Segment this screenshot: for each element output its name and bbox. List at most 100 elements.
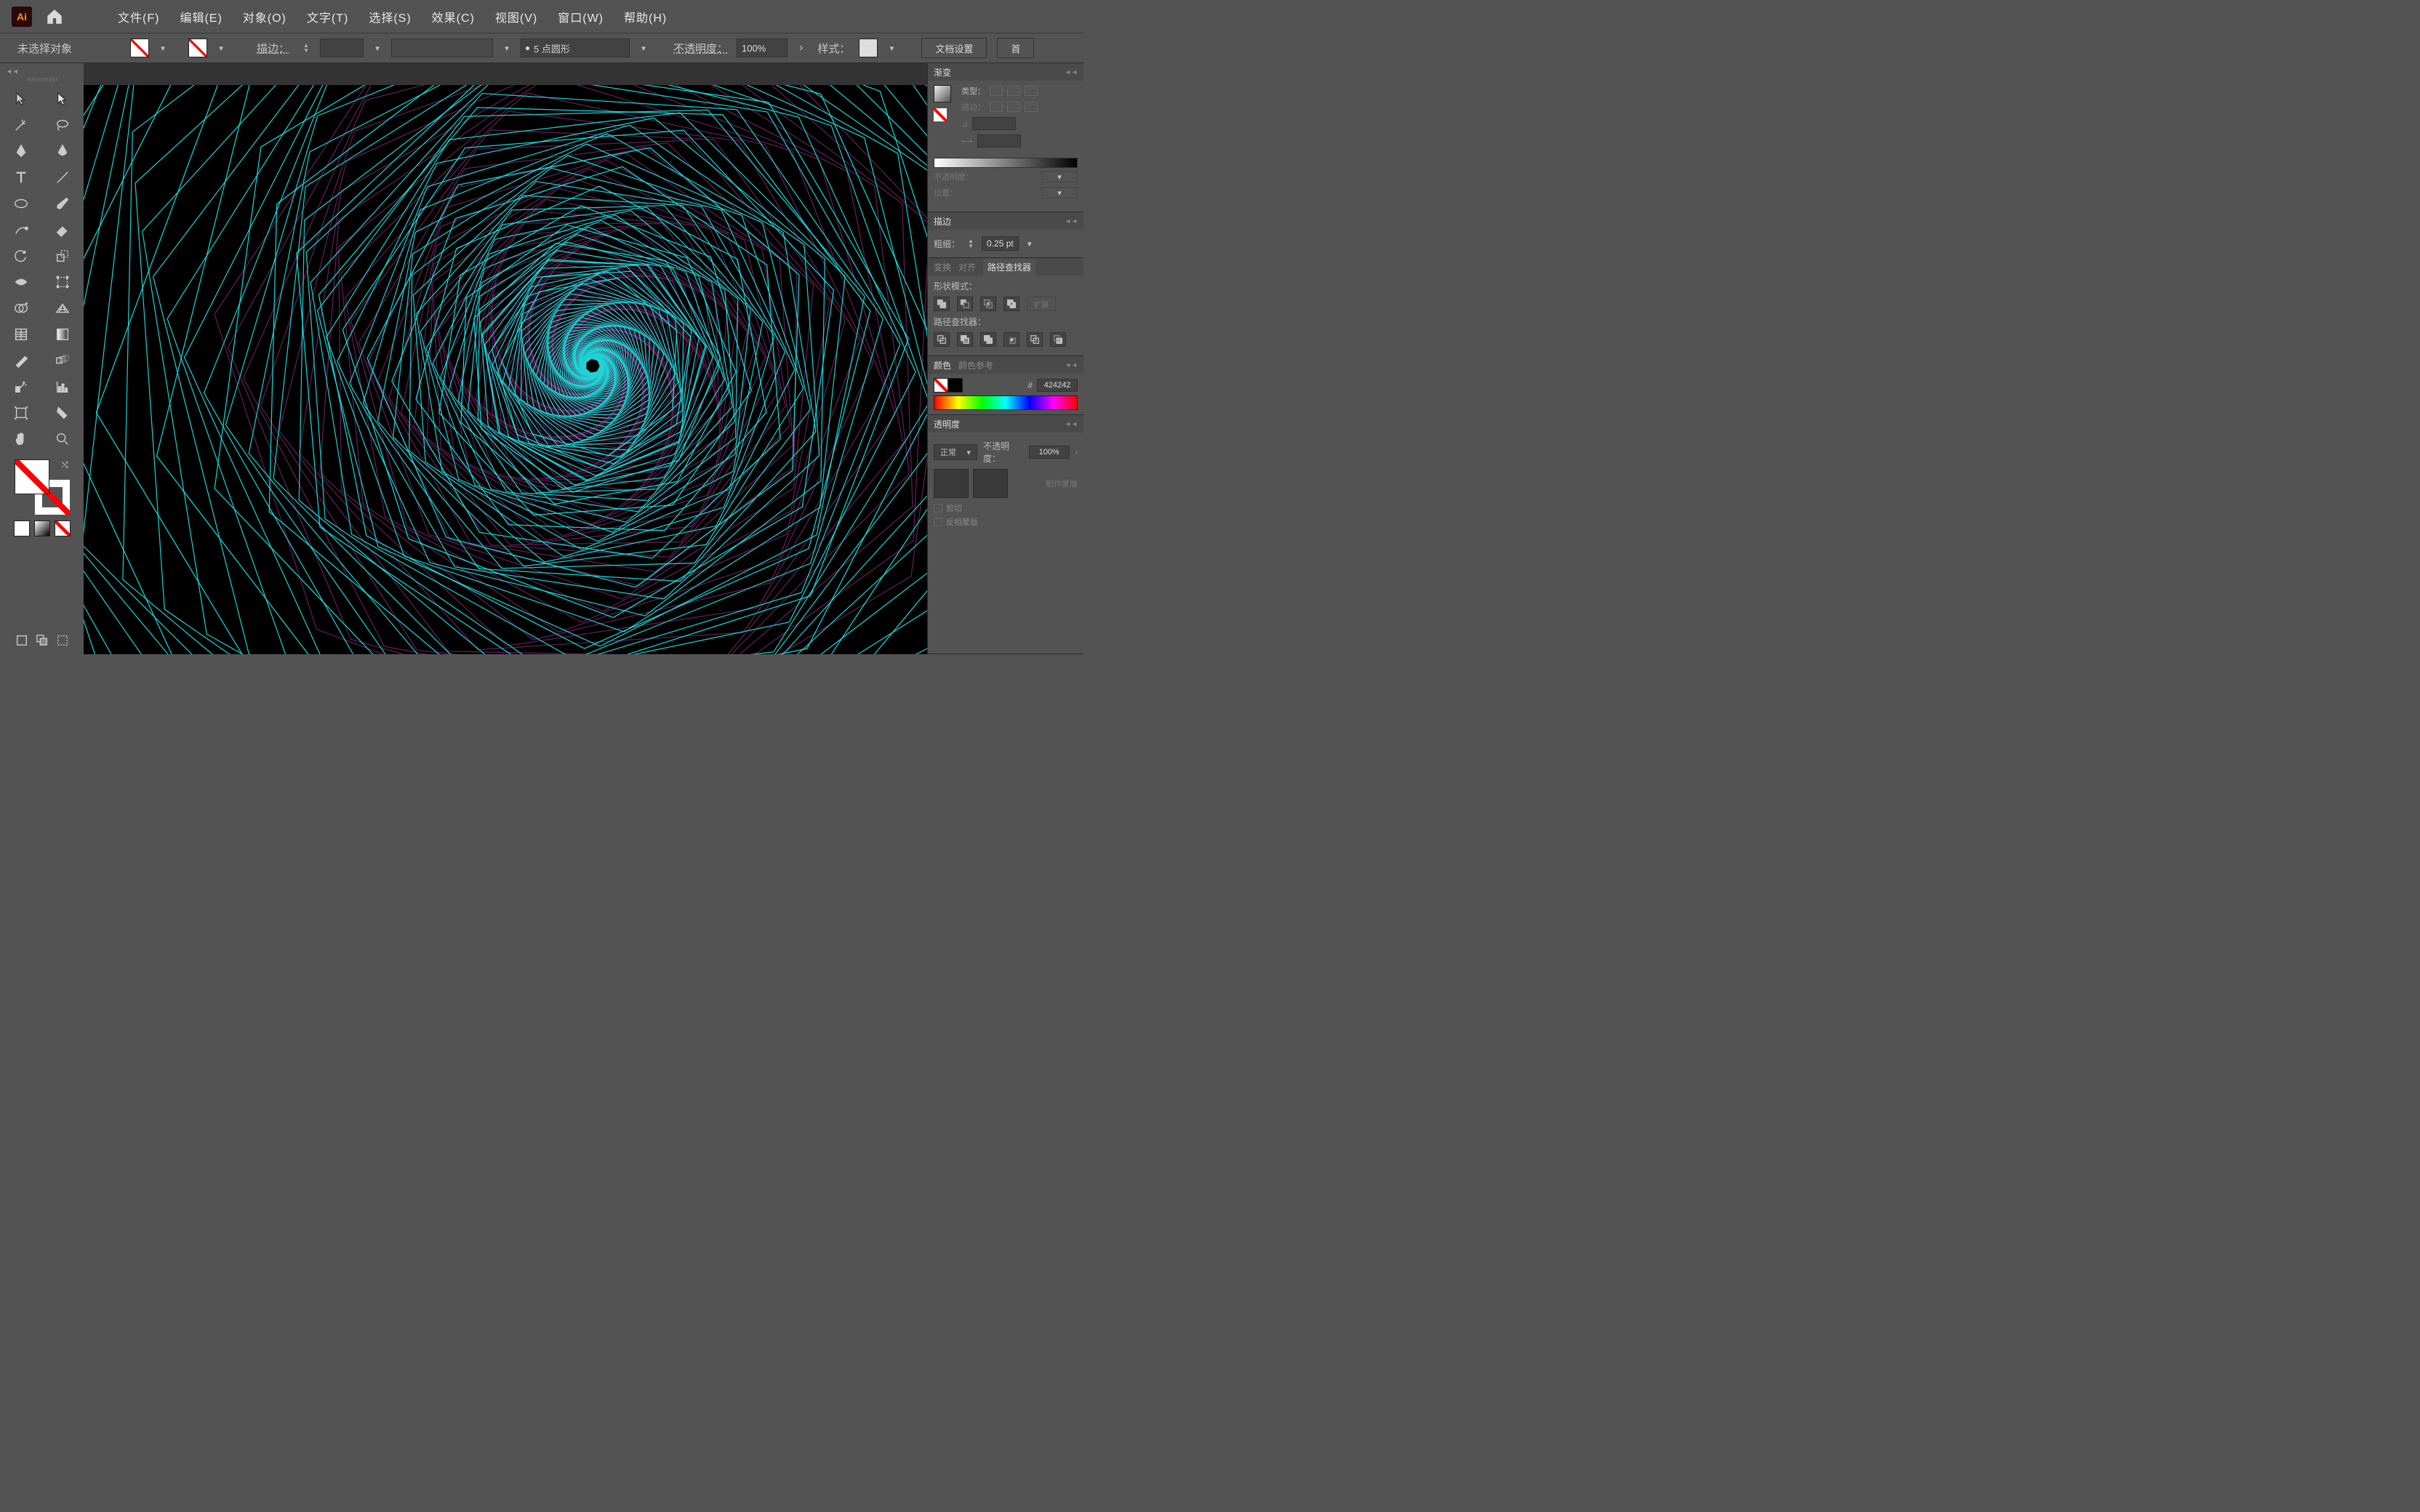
stroke-weight-spinner[interactable] [963,234,979,253]
stroke-weight-spinner[interactable] [298,39,314,57]
eyedropper-tool[interactable] [0,347,42,374]
gradient-slider[interactable] [934,158,1078,168]
brush-dd[interactable] [636,39,652,57]
fill-stroke-control[interactable]: ⤭ [15,459,70,515]
grad-stroke-1[interactable] [990,102,1003,112]
pf-trim[interactable] [957,332,973,347]
curvature-tool[interactable] [42,138,84,164]
panel-collapse-icon[interactable]: ◄◄ [1065,361,1078,369]
stroke-swatch[interactable] [188,39,207,57]
color-spectrum[interactable] [934,395,1078,410]
opacity-flyout[interactable] [793,41,809,55]
stroke-label[interactable]: 描边： [257,41,289,56]
pathfinder-tab[interactable]: 路径查找器 [983,259,1035,276]
menu-window[interactable]: 窗口(W) [548,8,614,25]
panel-collapse-icon[interactable]: ◄◄ [1065,217,1078,225]
gradient-tab[interactable]: 渐变 [934,66,951,79]
var-width-dd[interactable] [499,39,515,57]
menu-edit[interactable]: 编辑(E) [169,8,232,25]
type-tool[interactable] [0,164,42,190]
opacity-field[interactable]: 100% [737,39,788,57]
style-dd[interactable] [884,39,900,57]
paintbrush-tool[interactable] [42,190,84,217]
transparency-tab[interactable]: 透明度 [934,418,960,430]
grad-type-linear[interactable] [990,86,1003,96]
trans-object-thumb[interactable] [934,469,969,498]
menu-view[interactable]: 视图(V) [485,8,548,25]
slice-tool[interactable] [42,400,84,426]
make-mask-button[interactable]: 制作蒙版 [1046,478,1078,489]
zoom-tool[interactable] [42,426,84,452]
pf-minus-back[interactable] [1050,332,1066,347]
blend-mode-dropdown[interactable]: 正常▾ [934,444,977,460]
var-width-profile[interactable] [391,39,493,57]
grad-opacity-dd[interactable] [1041,171,1078,182]
magic-wand-tool[interactable] [0,112,42,138]
menu-effect[interactable]: 效果(C) [422,8,485,25]
gradient-tool[interactable] [42,321,84,347]
grad-aspect-field[interactable] [977,134,1021,148]
menu-help[interactable]: 帮助(H) [614,8,677,25]
pen-tool[interactable] [0,138,42,164]
color-guide-tab[interactable]: 颜色参考 [958,359,993,371]
free-transform-tool[interactable] [42,269,84,295]
opacity-label[interactable]: 不透明度： [673,41,728,56]
ellipse-tool[interactable] [0,190,42,217]
shape-builder-tool[interactable] [0,295,42,321]
artboard[interactable] [84,85,927,654]
color-fill-stroke-swatches[interactable] [934,378,963,393]
clip-checkbox[interactable]: 剪切 [934,502,1078,514]
stroke-weight-value[interactable]: 0.25 pt [982,236,1019,251]
blend-tool[interactable] [42,347,84,374]
rotate-tool[interactable] [0,243,42,269]
menu-file[interactable]: 文件(F) [108,8,169,25]
pf-expand[interactable]: 扩展 [1027,297,1056,311]
symbol-sprayer-tool[interactable] [0,374,42,400]
line-tool[interactable] [42,164,84,190]
artboard-tool[interactable] [0,400,42,426]
canvas-area[interactable] [84,63,927,654]
swap-fill-stroke-icon[interactable]: ⤭ [62,461,68,470]
align-tab[interactable]: 对齐 [958,261,976,273]
perspective-grid-tool[interactable] [42,295,84,321]
grad-stroke-2[interactable] [1007,102,1020,112]
direct-selection-tool[interactable] [42,86,84,112]
draw-inside-icon[interactable] [54,632,71,648]
tools-grip-icon[interactable] [28,78,57,81]
selection-tool[interactable] [0,86,42,112]
pf-exclude[interactable] [1003,297,1019,311]
fill-swatch[interactable] [130,39,149,57]
hex-field[interactable]: 424242 [1037,379,1078,392]
invert-mask-checkbox[interactable]: 反相蒙版 [934,516,1078,528]
color-mode-solid[interactable] [14,520,30,536]
panel-collapse-icon[interactable]: ◄◄ [1065,68,1078,76]
color-tab[interactable]: 颜色 [934,359,951,371]
trans-opacity-field[interactable]: 100% [1029,446,1070,459]
mesh-tool[interactable] [0,321,42,347]
hand-tool[interactable] [0,426,42,452]
grad-type-radial[interactable] [1007,86,1020,96]
draw-normal-icon[interactable] [13,632,31,648]
preferences-button[interactable]: 首 [997,38,1034,58]
pf-merge[interactable] [980,332,996,347]
color-mode-none[interactable] [55,520,71,536]
stroke-tab[interactable]: 描边 [934,215,951,228]
gradient-fill-swatch[interactable] [934,108,947,121]
fill-box[interactable] [15,459,49,494]
gradient-preview[interactable] [934,85,951,102]
pf-unite[interactable] [934,297,950,311]
stroke-weight-dd2[interactable] [1022,234,1038,253]
menu-select[interactable]: 选择(S) [358,8,421,25]
lasso-tool[interactable] [42,112,84,138]
brush-definition[interactable]: 5 点圆形 [521,39,630,57]
tools-collapse-icon[interactable]: ◄◄ [6,68,19,75]
transform-tab[interactable]: 变换 [934,261,951,273]
color-mode-gradient[interactable] [34,520,50,536]
panel-collapse-icon[interactable]: ◄◄ [1065,420,1078,427]
eraser-tool[interactable] [42,217,84,243]
pf-intersect[interactable] [980,297,996,311]
stroke-weight-field[interactable] [320,39,364,57]
draw-behind-icon[interactable] [33,632,51,648]
menu-object[interactable]: 对象(O) [233,8,297,25]
home-icon[interactable] [45,7,64,26]
